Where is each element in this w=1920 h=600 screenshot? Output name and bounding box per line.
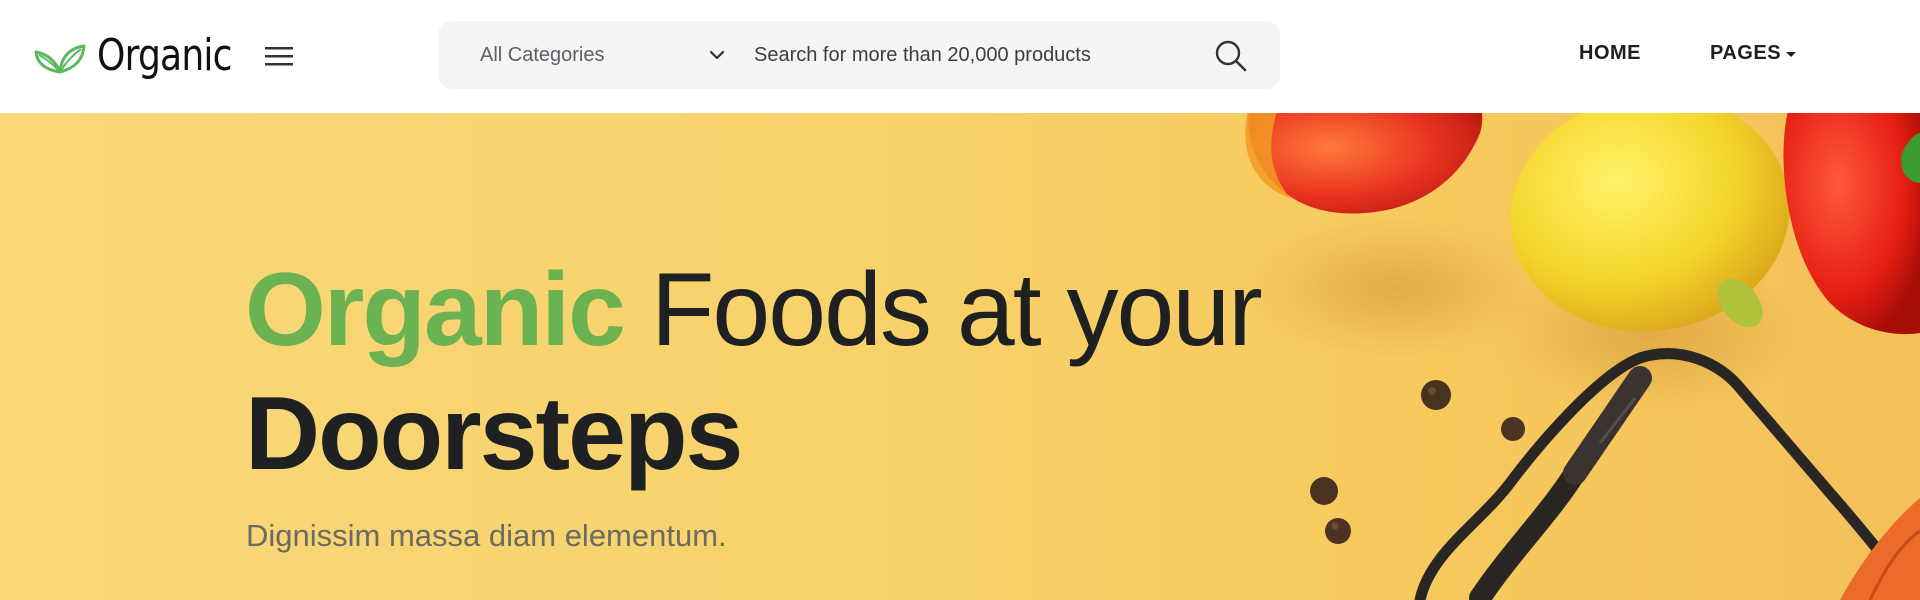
nav-pages-dropdown[interactable]: PAGES <box>1710 38 1797 68</box>
hero-title-accent: Organic <box>245 252 626 368</box>
hero-subtitle: Dignissim massa diam elementum. <box>246 518 727 553</box>
nav-home-link[interactable]: HOME <box>1579 38 1641 68</box>
search-icon[interactable] <box>1214 39 1248 73</box>
nav-home-label: HOME <box>1579 41 1641 64</box>
brand-name: Organic <box>97 30 232 81</box>
hero-title: Organic Foods at your Doorsteps <box>245 248 1263 496</box>
hero-produce-image <box>1245 113 1920 600</box>
caret-down-icon <box>1786 51 1797 57</box>
search-bar: All Categories <box>438 21 1280 89</box>
hero-banner: Organic Foods at your Doorsteps Dignissim… <box>0 113 1920 600</box>
leaf-icon <box>34 44 86 74</box>
category-dropdown[interactable]: All Categories <box>480 21 725 89</box>
nav-pages-label: PAGES <box>1710 41 1782 64</box>
hero-title-rest: Foods at your <box>650 252 1263 368</box>
site-header: Organic All Categories HOME PAGES <box>0 0 1920 113</box>
brand-logo[interactable]: Organic <box>33 30 261 82</box>
search-input[interactable] <box>754 35 1184 75</box>
hamburger-menu-icon[interactable] <box>264 43 294 69</box>
chevron-down-icon <box>709 50 725 60</box>
hero-title-line2: Doorsteps <box>245 376 743 492</box>
category-selected-label: All Categories <box>480 43 605 66</box>
